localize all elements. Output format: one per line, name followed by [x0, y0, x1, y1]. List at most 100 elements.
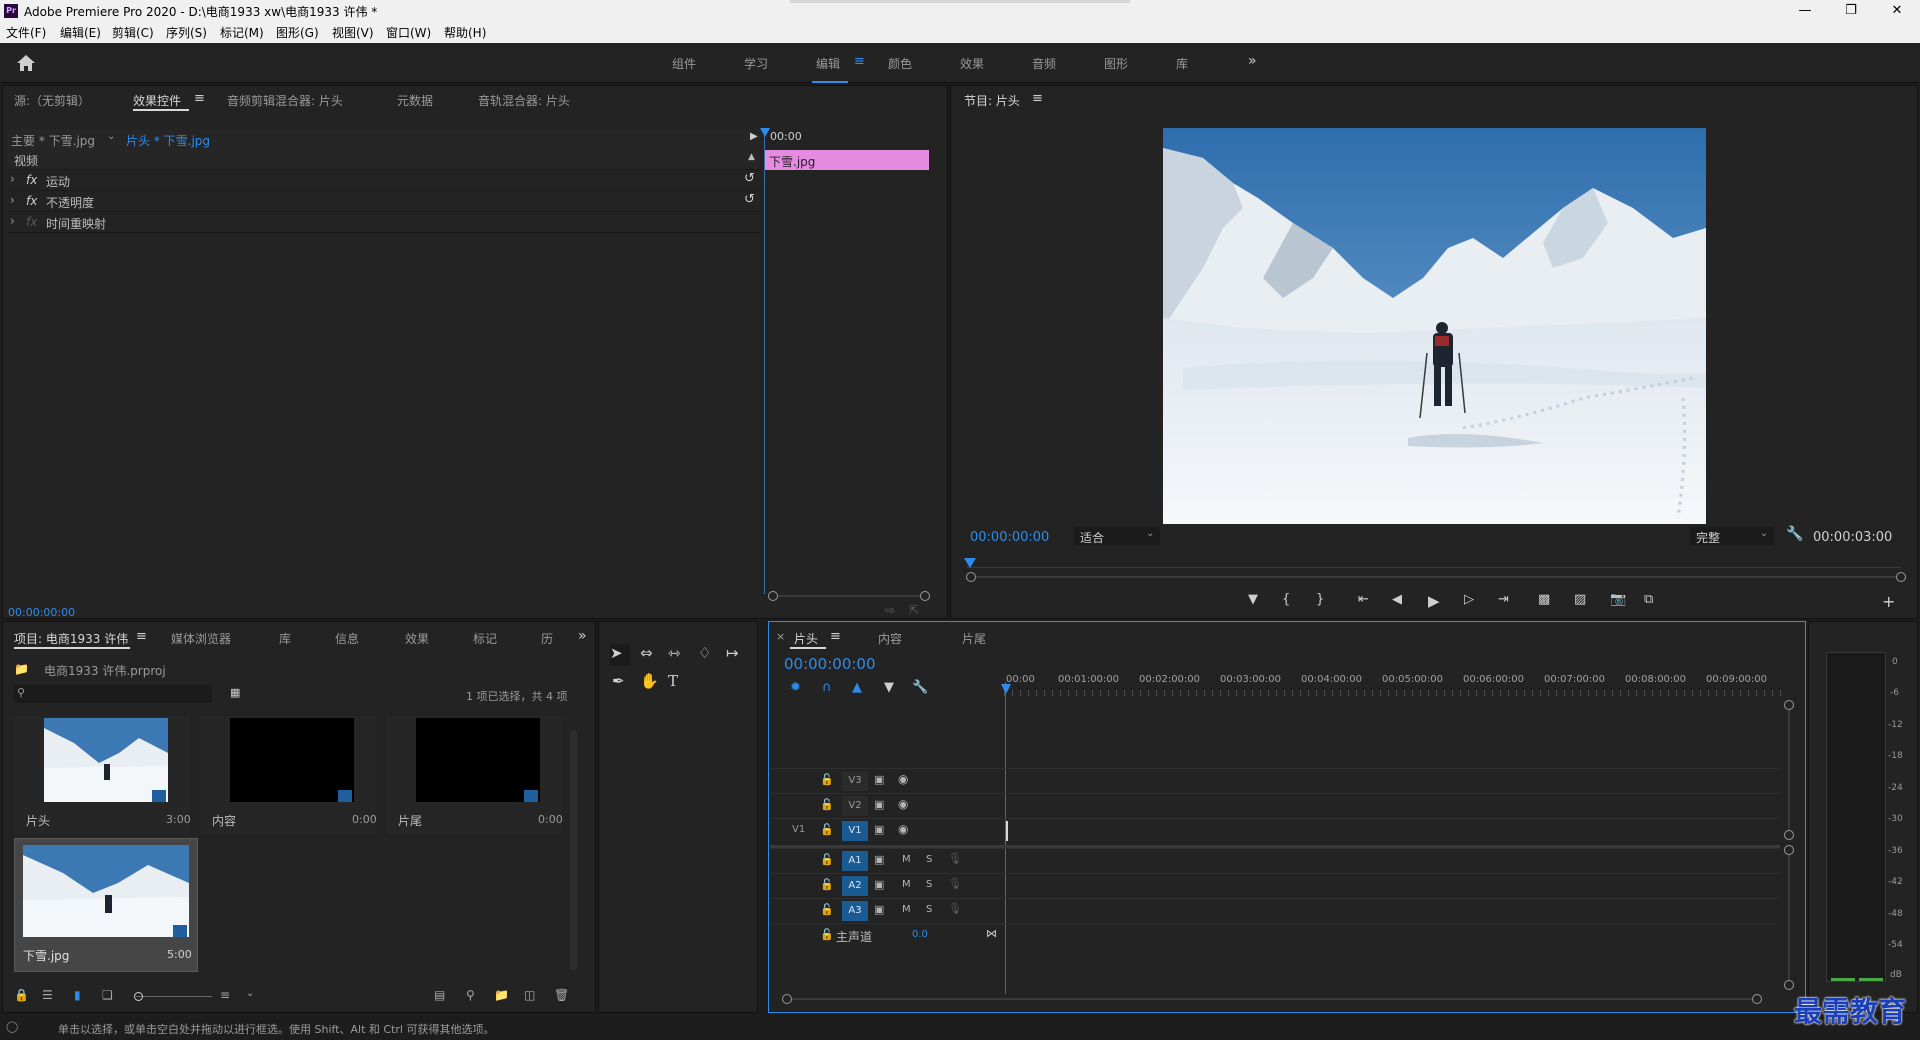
lift-icon[interactable]: ▩ — [1538, 592, 1550, 607]
minimize-button[interactable]: — — [1782, 0, 1828, 22]
program-time-ruler[interactable] — [967, 567, 1901, 568]
menu-file[interactable]: 文件(F) — [6, 24, 46, 41]
go-to-in-icon[interactable]: ⇤ — [1358, 592, 1369, 607]
program-zoom-left-handle[interactable] — [966, 572, 976, 582]
microphone-icon[interactable]: 🎙 — [948, 877, 962, 890]
panel-menu-icon[interactable]: ≡ — [1032, 91, 1043, 106]
menu-marker[interactable]: 标记(M) — [220, 24, 264, 41]
tab-source[interactable]: 源:（无剪辑） — [14, 92, 90, 109]
solo-button[interactable]: S — [926, 854, 932, 865]
nest-toggle-icon[interactable]: ✹ — [790, 680, 801, 695]
menu-help[interactable]: 帮助(H) — [444, 24, 486, 41]
menu-view[interactable]: 视图(V) — [332, 24, 374, 41]
a-zoom-top-handle[interactable] — [1784, 845, 1794, 855]
workspace-editing[interactable]: 编辑 — [816, 55, 840, 72]
add-marker-icon[interactable]: ▼ — [884, 680, 894, 695]
chevron-down-icon[interactable]: ⌄ — [246, 988, 254, 999]
tab-metadata[interactable]: 元数据 — [397, 92, 433, 109]
sequence-clip-label[interactable]: 片头 * 下雪.jpg — [126, 132, 210, 149]
step-back-icon[interactable]: ◀ — [1392, 592, 1402, 607]
workspace-color[interactable]: 颜色 — [888, 55, 912, 72]
track-select-tool-icon[interactable]: ⇔ — [640, 644, 653, 662]
solo-button[interactable]: S — [926, 879, 932, 890]
mute-button[interactable]: M — [902, 854, 911, 865]
tab-sequence-opening[interactable]: 片头 — [794, 630, 818, 647]
source-patch-v1[interactable]: V1 — [792, 824, 805, 835]
sort-icon[interactable]: ≡ — [220, 988, 230, 1002]
freeform-view-icon[interactable]: ❏ — [102, 988, 113, 1002]
selection-tool-icon[interactable]: ➤ — [610, 644, 630, 666]
track-lock-icon[interactable]: 🔓 — [820, 928, 834, 941]
razor-tool-icon[interactable]: ♢ — [698, 644, 711, 662]
ec-clip-bar[interactable]: 下雪.jpg — [765, 150, 929, 170]
ec-scroll-left-handle[interactable] — [768, 591, 778, 601]
program-timecode[interactable]: 00:00:00:00 — [970, 530, 1049, 545]
workspace-assembly[interactable]: 组件 — [672, 55, 696, 72]
sync-lock-icon[interactable]: ▣ — [874, 823, 884, 836]
snap-magnet-icon[interactable]: ∩ — [822, 680, 832, 695]
track-target-a1[interactable]: A1 — [842, 851, 868, 871]
workspace-learning[interactable]: 学习 — [744, 55, 768, 72]
workspace-graphics[interactable]: 图形 — [1104, 55, 1128, 72]
clear-icon[interactable]: 🗑 — [554, 988, 569, 1002]
v1-clip-edge[interactable] — [1006, 821, 1008, 841]
sync-lock-icon[interactable]: ▣ — [874, 798, 884, 811]
track-master[interactable]: 🔓 主声道 0.0 ⋈ — [770, 923, 1780, 947]
timeline-horizontal-scrollbar[interactable] — [792, 998, 1752, 1000]
tab-audio-track-mixer[interactable]: 音轨混合器: 片头 — [478, 92, 570, 109]
ec-scroll-right-handle[interactable] — [920, 591, 930, 601]
h-zoom-left-handle[interactable] — [782, 994, 792, 1004]
zoom-slider[interactable] — [136, 996, 212, 997]
find-icon[interactable]: ⚲ — [466, 988, 475, 1002]
sync-lock-icon[interactable]: ▣ — [874, 903, 884, 916]
more-workspaces-icon[interactable]: » — [1248, 53, 1257, 69]
ec-zoom-scrollbar[interactable] — [778, 595, 920, 597]
disclosure-arrow-icon[interactable]: › — [10, 214, 15, 228]
track-target-a2[interactable]: A2 — [842, 876, 868, 896]
tab-media-browser[interactable]: 媒体浏览器 — [171, 630, 231, 647]
mark-in-icon[interactable]: { — [1282, 592, 1290, 607]
home-icon[interactable] — [16, 54, 36, 72]
reset-icon[interactable]: ↺ — [744, 171, 755, 186]
new-search-bin-icon[interactable]: ▦ — [230, 686, 240, 699]
panel-menu-icon[interactable]: ≡ — [830, 629, 841, 644]
eye-icon[interactable]: ◉ — [898, 772, 908, 786]
quality-dropdown[interactable]: 完整 ⌄ — [1690, 527, 1774, 545]
ec-timecode[interactable]: 00:00:00:00 — [8, 606, 75, 619]
ripple-edit-tool-icon[interactable]: ⇿ — [668, 644, 681, 662]
tab-history[interactable]: 历 — [541, 630, 553, 647]
disclosure-arrow-icon[interactable]: › — [10, 172, 15, 186]
go-to-out-icon[interactable]: ⇥ — [1498, 592, 1509, 607]
effect-row-time-remap[interactable]: › fx 时间重映射 — [8, 212, 760, 233]
tab-sequence-ending[interactable]: 片尾 — [962, 630, 986, 647]
mark-out-icon[interactable]: } — [1316, 592, 1324, 607]
automate-to-sequence-icon[interactable]: ▤ — [434, 988, 445, 1002]
microphone-icon[interactable]: 🎙 — [948, 852, 962, 865]
sync-lock-icon[interactable]: ▣ — [874, 853, 884, 866]
program-zoom-right-handle[interactable] — [1896, 572, 1906, 582]
fx-toggle-icon[interactable]: fx — [26, 194, 37, 208]
tab-project[interactable]: 项目: 电商1933 许伟 — [14, 630, 128, 647]
tab-info[interactable]: 信息 — [335, 630, 359, 647]
video-tracks-scrollbar[interactable] — [1788, 710, 1790, 830]
extract-icon[interactable]: ▨ — [1574, 592, 1586, 607]
comparison-view-icon[interactable]: ⧉ — [1644, 592, 1653, 607]
step-forward-icon[interactable]: ▷ — [1464, 592, 1474, 607]
a-zoom-bottom-handle[interactable] — [1784, 980, 1794, 990]
export-frame-icon[interactable]: 📷 — [1610, 592, 1626, 607]
pen-tool-icon[interactable]: ✒ — [612, 672, 625, 690]
new-item-icon[interactable]: ◫ — [524, 988, 535, 1002]
eye-icon[interactable]: ◉ — [898, 797, 908, 811]
more-tabs-icon[interactable]: » — [578, 628, 587, 644]
workspace-libraries[interactable]: 库 — [1176, 55, 1188, 72]
add-marker-icon[interactable]: ▼ — [1248, 592, 1258, 607]
audio-tracks-scrollbar[interactable] — [1788, 855, 1790, 980]
tab-effects[interactable]: 效果 — [405, 630, 429, 647]
project-item-opening[interactable]: 片头 3:00 — [14, 716, 191, 834]
play-icon[interactable]: ▶ — [1428, 592, 1440, 610]
program-playhead-icon[interactable] — [964, 558, 976, 568]
project-scrollbar[interactable] — [570, 730, 577, 970]
fit-dropdown[interactable]: 适合 ⌄ — [1074, 527, 1160, 545]
track-target-v1[interactable]: V1 — [842, 821, 868, 841]
timeline-ruler-ticks[interactable] — [1004, 690, 1782, 696]
